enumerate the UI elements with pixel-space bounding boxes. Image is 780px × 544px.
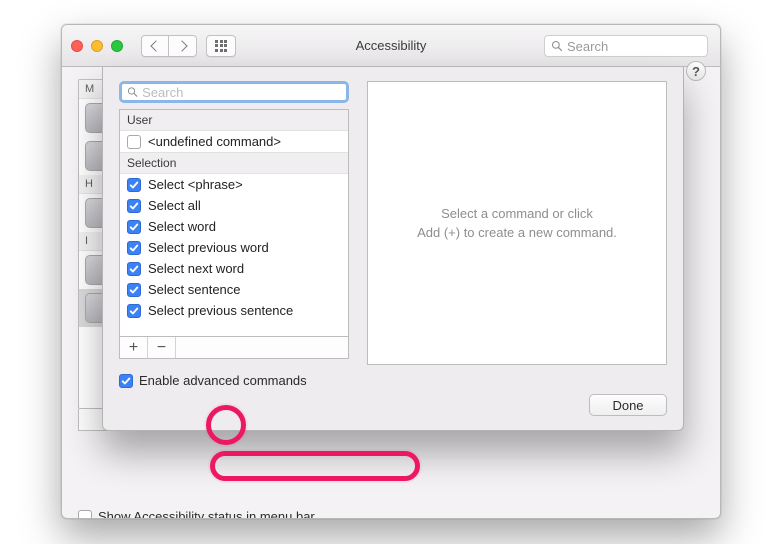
- command-search[interactable]: [119, 81, 349, 103]
- command-group-header: User: [120, 110, 348, 131]
- checkbox-icon: [127, 135, 141, 149]
- chevron-right-icon: [176, 40, 187, 51]
- detail-empty-line: Add (+) to create a new command.: [417, 223, 617, 243]
- forward-button[interactable]: [169, 35, 197, 57]
- checkbox-icon: [127, 178, 141, 192]
- command-group-header: Selection: [120, 152, 348, 174]
- command-row[interactable]: Select word: [120, 216, 348, 237]
- checkbox-icon: [127, 283, 141, 297]
- commands-sheet: User <undefined command> Selection Select <…: [102, 67, 684, 431]
- window-controls: [71, 40, 123, 52]
- command-row[interactable]: Select next word: [120, 258, 348, 279]
- checkbox-icon: [127, 262, 141, 276]
- command-label: Select next word: [148, 261, 244, 276]
- checkbox-icon: [127, 220, 141, 234]
- command-row[interactable]: Select previous word: [120, 237, 348, 258]
- done-button[interactable]: Done: [589, 394, 667, 416]
- checkbox-icon: [78, 510, 92, 520]
- command-detail-pane: Select a command or click Add (+) to cre…: [367, 81, 667, 365]
- command-list[interactable]: User <undefined command> Selection Select <…: [119, 109, 349, 337]
- enable-advanced-checkbox[interactable]: Enable advanced commands: [119, 373, 667, 388]
- toolbar-search-placeholder: Search: [567, 39, 608, 54]
- checkbox-icon: [127, 199, 141, 213]
- back-button[interactable]: [141, 35, 169, 57]
- command-label: Select previous sentence: [148, 303, 293, 318]
- question-mark-icon: ?: [692, 64, 700, 79]
- checkbox-icon: [119, 374, 133, 388]
- detail-empty-line: Select a command or click: [417, 204, 617, 224]
- toolbar-search[interactable]: Search: [544, 35, 708, 57]
- search-icon: [127, 86, 138, 98]
- nav-buttons: [141, 35, 197, 57]
- command-label: Select all: [148, 198, 201, 213]
- remove-command-button[interactable]: −: [148, 337, 176, 358]
- command-row[interactable]: Select sentence: [120, 279, 348, 300]
- show-all-button[interactable]: [206, 35, 236, 57]
- checkbox-icon: [127, 304, 141, 318]
- command-search-input[interactable]: [142, 85, 341, 100]
- checkbox-icon: [127, 241, 141, 255]
- minus-icon: −: [157, 339, 166, 357]
- command-row[interactable]: Select <phrase>: [120, 174, 348, 195]
- menubar-status-label: Show Accessibility status in menu bar: [98, 509, 315, 519]
- command-label: Select <phrase>: [148, 177, 243, 192]
- add-remove-toolbar: + −: [119, 337, 349, 359]
- plus-icon: +: [129, 339, 138, 357]
- command-label: Select previous word: [148, 240, 269, 255]
- grid-icon: [215, 40, 227, 52]
- enable-advanced-label: Enable advanced commands: [139, 373, 307, 388]
- titlebar: Accessibility Search: [62, 25, 720, 67]
- command-label: Select word: [148, 219, 216, 234]
- command-row[interactable]: Select all: [120, 195, 348, 216]
- command-row[interactable]: <undefined command>: [120, 131, 348, 152]
- minimize-window-button[interactable]: [91, 40, 103, 52]
- close-window-button[interactable]: [71, 40, 83, 52]
- zoom-window-button[interactable]: [111, 40, 123, 52]
- help-button[interactable]: ?: [686, 61, 706, 81]
- done-label: Done: [612, 398, 643, 413]
- command-label: Select sentence: [148, 282, 241, 297]
- command-row[interactable]: Select previous sentence: [120, 300, 348, 321]
- menubar-status-checkbox[interactable]: Show Accessibility status in menu bar: [78, 509, 315, 519]
- chevron-left-icon: [150, 40, 161, 51]
- add-command-button[interactable]: +: [120, 337, 148, 358]
- search-icon: [551, 40, 563, 52]
- command-label: <undefined command>: [148, 134, 281, 149]
